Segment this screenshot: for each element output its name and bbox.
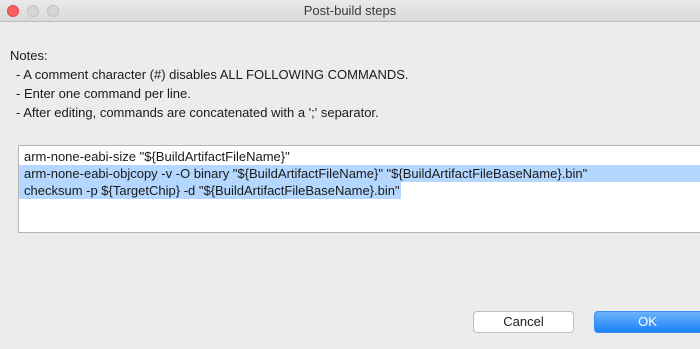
command-line-selected: arm-none-eabi-objcopy -v -O binary "${Bu… (19, 165, 700, 182)
command-line-selected: checksum -p ${TargetChip} -d "${BuildArt… (19, 182, 401, 199)
cancel-button[interactable]: Cancel (473, 311, 574, 333)
note-item: - After editing, commands are concatenat… (16, 105, 379, 120)
title-bar: Post-build steps (0, 0, 700, 22)
ok-button[interactable]: OK (594, 311, 700, 333)
note-item: - Enter one command per line. (16, 86, 191, 101)
command-line: arm-none-eabi-size "${BuildArtifactFileN… (24, 149, 290, 164)
note-item: - A comment character (#) disables ALL F… (16, 67, 409, 82)
notes-section: Notes: - A comment character (#) disable… (10, 46, 409, 122)
commands-text-area[interactable]: arm-none-eabi-size "${BuildArtifactFileN… (18, 145, 700, 233)
window-title: Post-build steps (303, 3, 397, 18)
notes-heading: Notes: (10, 48, 48, 63)
